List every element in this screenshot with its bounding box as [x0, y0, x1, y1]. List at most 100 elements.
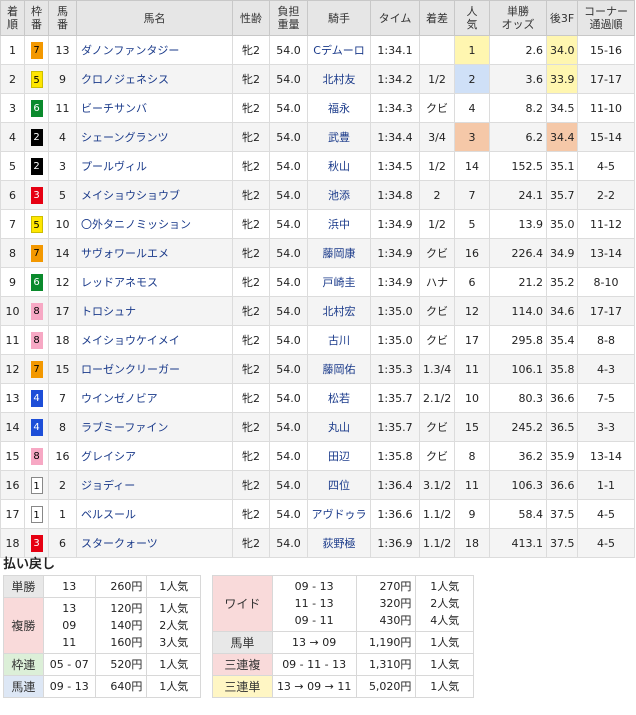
cell-jockey[interactable]: 北村友	[307, 64, 371, 94]
cell-name[interactable]: ラブミーファイン	[76, 412, 233, 442]
cell-f3: 35.9	[546, 441, 578, 471]
column-header: 性齢	[232, 0, 270, 36]
cell-odds: 58.4	[489, 499, 547, 529]
payout-yen-value: 1,190円	[368, 636, 412, 649]
cell-jockey[interactable]: 藤岡佑	[307, 354, 371, 384]
cell-f3: 36.5	[546, 412, 578, 442]
table-row: 1 7 13 ダノンファンタジー 牝2 54.0 Cデムーロ 1:34.1 1 2.6 34.0 15…	[0, 35, 635, 65]
cell-f3: 35.7	[546, 180, 578, 210]
cell-jockey[interactable]: 田辺	[307, 441, 371, 471]
table-row: 11 8 18 メイショウケイメイ 牝2 54.0 古川 1:35.0 クビ 17 295.8 35.…	[0, 325, 635, 355]
payout-nums-value: 09 - 11	[294, 614, 334, 627]
cell-name[interactable]: 〇外タニノミッション	[76, 209, 233, 239]
cell-jockey[interactable]: 戸崎圭	[307, 267, 371, 297]
payout-nums: 13 09 11	[42, 597, 96, 654]
cell-uma: 9	[48, 64, 77, 94]
cell-name[interactable]: シェーングランツ	[76, 122, 233, 152]
cell-name[interactable]: レッドアネモス	[76, 267, 233, 297]
cell-jockey[interactable]: 藤岡康	[307, 238, 371, 268]
cell-margin: クビ	[419, 93, 455, 123]
cell-jockey[interactable]: 秋山	[307, 151, 371, 181]
cell-jockey[interactable]: 古川	[307, 325, 371, 355]
cell-pos: 8	[0, 238, 25, 268]
payout-nums-value: 13	[62, 602, 77, 615]
cell-name[interactable]: ウインゼノビア	[76, 383, 233, 413]
cell-name[interactable]: スタークォーツ	[76, 528, 233, 558]
cell-name[interactable]: ジョディー	[76, 470, 233, 500]
cell-name[interactable]: トロシュナ	[76, 296, 233, 326]
header-row: 着順枠番馬番馬名 性齢 負担 重量 騎手 タイム 着差人気単勝 オッズ 後3F コーナー 通過順	[0, 0, 635, 36]
cell-name[interactable]: グレイシア	[76, 441, 233, 471]
cell-pop: 5	[454, 209, 490, 239]
cell-waku: 8	[24, 441, 49, 471]
cell-uma: 2	[48, 470, 77, 500]
cell-odds: 106.3	[489, 470, 547, 500]
cell-pos: 11	[0, 325, 25, 355]
cell-uma: 10	[48, 209, 77, 239]
cell-sex: 牝2	[232, 470, 270, 500]
cell-waku: 4	[24, 412, 49, 442]
cell-wt: 54.0	[269, 383, 308, 413]
payout-pop: 1人気	[146, 675, 201, 698]
cell-name[interactable]: メイショウショウブ	[76, 180, 233, 210]
cell-jockey[interactable]: Cデムーロ	[307, 35, 371, 65]
payout-nums: 13	[42, 575, 96, 598]
cell-wt: 54.0	[269, 151, 308, 181]
table-row: 14 4 8 ラブミーファイン 牝2 54.0 丸山 1:35.7 クビ 15 245.2 36.5 3…	[0, 412, 635, 442]
column-header-text: 順	[7, 18, 18, 31]
race-result-table: 着順枠番馬番馬名 性齢 負担 重量 騎手 タイム 着差人気単勝 オッズ 後3F コーナー 通過順 1…	[0, 0, 635, 558]
cell-waku: 7	[24, 35, 49, 65]
cell-waku: 3	[24, 180, 49, 210]
cell-jockey[interactable]: アヴドゥラ	[307, 499, 371, 529]
payout-nums-value: 13 → 09	[292, 636, 337, 649]
payout-type-label: ワイド	[212, 575, 273, 632]
cell-name[interactable]: メイショウケイメイ	[76, 325, 233, 355]
cell-margin: クビ	[419, 325, 455, 355]
cell-sex: 牝2	[232, 267, 270, 297]
payout-yen-value: 270円	[379, 580, 412, 593]
cell-name[interactable]: クロノジェネシス	[76, 64, 233, 94]
cell-name[interactable]: ビーチサンバ	[76, 93, 233, 123]
cell-jockey[interactable]: 丸山	[307, 412, 371, 442]
cell-jockey[interactable]: 池添	[307, 180, 371, 210]
frame-number-badge: 8	[30, 447, 43, 465]
cell-sex: 牝2	[232, 354, 270, 384]
cell-margin: 2.1/2	[419, 383, 455, 413]
cell-name[interactable]: プールヴィル	[76, 151, 233, 181]
cell-corner: 11-10	[577, 93, 635, 123]
cell-name[interactable]: ローゼンクリーガー	[76, 354, 233, 384]
cell-sex: 牝2	[232, 35, 270, 65]
frame-number-badge: 8	[30, 302, 43, 320]
payout-yen: 5,020円	[355, 675, 417, 698]
cell-jockey[interactable]: 福永	[307, 93, 371, 123]
table-row: 5 2 3 プールヴィル 牝2 54.0 秋山 1:34.5 1/2 14 152.5 35.1 4-5	[0, 151, 635, 181]
cell-jockey[interactable]: 松若	[307, 383, 371, 413]
cell-pos: 7	[0, 209, 25, 239]
cell-waku: 1	[24, 470, 49, 500]
cell-sex: 牝2	[232, 209, 270, 239]
payout-nums: 09 - 13	[42, 675, 96, 698]
cell-jockey[interactable]: 四位	[307, 470, 371, 500]
cell-sex: 牝2	[232, 412, 270, 442]
cell-name[interactable]: サヴォワールエメ	[76, 238, 233, 268]
payout-row: 三連複 09 - 11 - 13 1,310円 1人気	[212, 653, 474, 676]
cell-odds: 21.2	[489, 267, 547, 297]
cell-jockey[interactable]: 荻野極	[307, 528, 371, 558]
payout-pop-value: 1人気	[159, 680, 189, 693]
cell-name[interactable]: ダノンファンタジー	[76, 35, 233, 65]
cell-wt: 54.0	[269, 122, 308, 152]
cell-time: 1:35.7	[370, 383, 420, 413]
cell-jockey[interactable]: 武豊	[307, 122, 371, 152]
cell-corner: 4-5	[577, 151, 635, 181]
frame-number-badge: 3	[30, 534, 43, 552]
frame-number-badge: 4	[30, 418, 43, 436]
cell-pos: 5	[0, 151, 25, 181]
cell-corner: 4-3	[577, 354, 635, 384]
cell-pop: 2	[454, 64, 490, 94]
cell-name[interactable]: ベルスール	[76, 499, 233, 529]
cell-jockey[interactable]: 北村宏	[307, 296, 371, 326]
cell-uma: 17	[48, 296, 77, 326]
table-row: 13 4 7 ウインゼノビア 牝2 54.0 松若 1:35.7 2.1/2 10 80.3 36.6…	[0, 383, 635, 413]
cell-jockey[interactable]: 浜中	[307, 209, 371, 239]
column-header-text: 気	[466, 18, 478, 31]
